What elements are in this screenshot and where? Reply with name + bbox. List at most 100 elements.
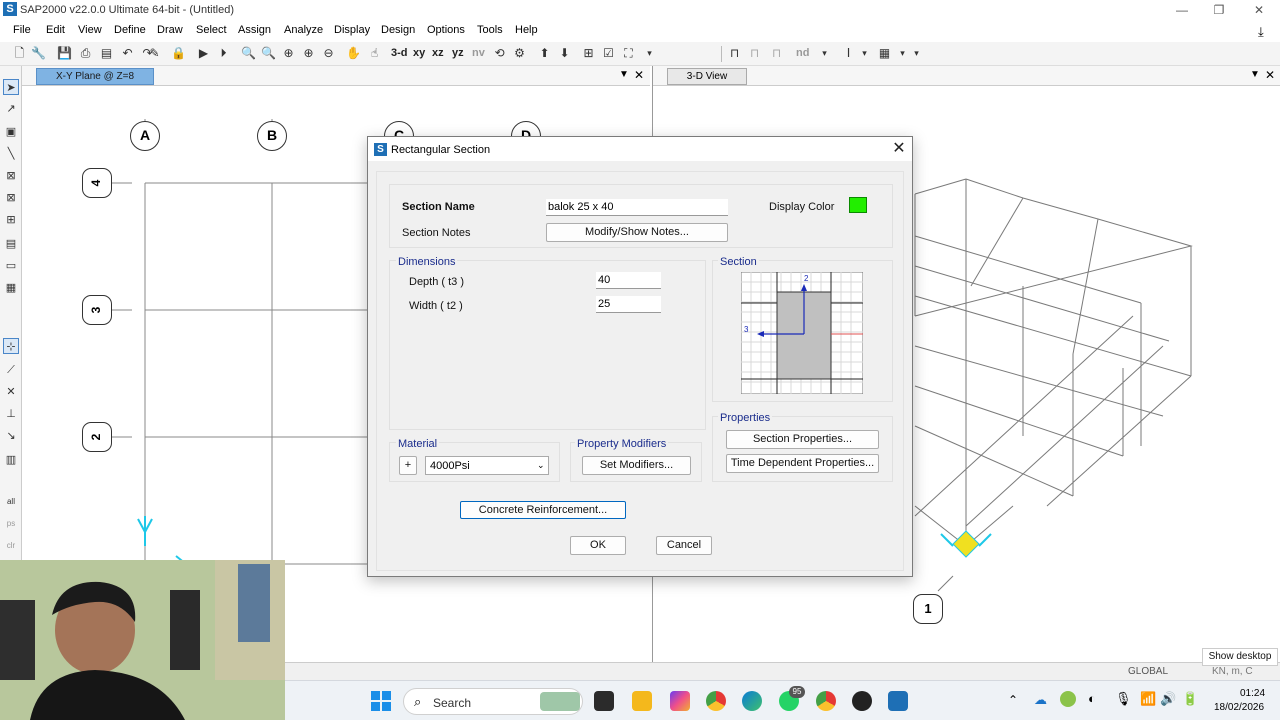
draw-rectangle-icon[interactable]: ▭ [3, 258, 19, 274]
menu-assign[interactable]: Assign [238, 24, 271, 36]
zoom-in-step-icon[interactable]: ⊕ [300, 45, 317, 62]
draw-solid-icon[interactable]: ▤ [3, 236, 19, 252]
microphone-icon[interactable]: 🎙 [1115, 691, 1132, 707]
close-window-button[interactable]: ✕ [1239, 0, 1279, 20]
frame-icon[interactable]: ⊓ [726, 45, 743, 62]
tray-app-icon[interactable] [1060, 691, 1076, 707]
reshape-icon[interactable]: ↗ [3, 101, 19, 117]
width-input[interactable]: 25 [596, 296, 661, 313]
section-dropdown-icon[interactable]: ▾ [856, 45, 873, 62]
run-analysis-icon[interactable]: ▶ [195, 45, 212, 62]
dialog-close-button[interactable]: ✕ [890, 140, 908, 158]
zoom-out-icon[interactable]: ⊖ [320, 45, 337, 62]
units-label[interactable]: KN, m, C [1212, 666, 1253, 677]
view-yz-button[interactable]: yz [452, 47, 464, 59]
menu-view[interactable]: View [78, 24, 102, 36]
toolbar-more-icon[interactable]: ▾ [908, 45, 925, 62]
draw-joint-icon[interactable]: ▣ [3, 124, 19, 140]
menu-draw[interactable]: Draw [157, 24, 183, 36]
print-preview-icon[interactable]: ▤ [98, 45, 115, 62]
onedrive-icon[interactable]: ☁ [1034, 692, 1047, 708]
snap-icon[interactable]: ⊹ [3, 338, 19, 354]
move-up-icon[interactable]: ⬆ [536, 45, 553, 62]
frame-deformed-icon[interactable]: ⊓ [768, 45, 785, 62]
concrete-reinforcement-button[interactable]: Concrete Reinforcement... [460, 501, 626, 519]
tray-meet-icon[interactable]: ◐ [1088, 691, 1096, 706]
view-nv-button[interactable]: nv [472, 47, 485, 59]
copilot-icon[interactable] [670, 691, 690, 711]
3d-view-close-icon[interactable]: ✕ [1265, 68, 1275, 82]
taskbar-search[interactable]: ⌕ Search [403, 688, 583, 715]
recorder-icon[interactable] [852, 691, 872, 711]
move-down-icon[interactable]: ⬇ [556, 45, 573, 62]
lock-icon[interactable]: 🔒 [170, 45, 187, 62]
new-file-icon[interactable]: 🗋 [11, 45, 28, 62]
set-modifiers-button[interactable]: Set Modifiers... [582, 456, 691, 475]
3d-view-tab[interactable]: 3-D View [667, 68, 747, 85]
xy-view-tab[interactable]: X-Y Plane @ Z=8 [36, 68, 154, 85]
run-now-icon[interactable]: ⏵ [215, 45, 232, 62]
zoom-in-icon[interactable]: ⊕ [280, 45, 297, 62]
frame-special-icon[interactable]: ⊓ [746, 45, 763, 62]
nd-dropdown-icon[interactable]: ▾ [816, 45, 833, 62]
object-shrink-icon[interactable]: ⛶ [620, 45, 637, 62]
task-view-icon[interactable] [594, 691, 614, 711]
add-material-button[interactable]: + [399, 456, 417, 475]
xy-view-close-icon[interactable]: ✕ [634, 68, 644, 82]
coord-system-label[interactable]: GLOBAL [1128, 666, 1168, 677]
view-3d-button[interactable]: 3-d [391, 47, 408, 59]
menu-help[interactable]: Help [515, 24, 538, 36]
draw-brace-icon[interactable]: ⊠ [3, 168, 19, 184]
menu-tools[interactable]: Tools [477, 24, 503, 36]
table-icon[interactable]: ▦ [876, 45, 893, 62]
save-icon[interactable]: 💾 [56, 45, 73, 62]
menu-define[interactable]: Define [114, 24, 146, 36]
cancel-button[interactable]: Cancel [656, 536, 712, 555]
select-previous-icon[interactable]: ps [3, 516, 19, 532]
dynamic-rotate-icon[interactable]: ☝ [366, 45, 383, 62]
depth-input[interactable]: 40 [596, 272, 661, 289]
windows-start-icon[interactable] [371, 691, 391, 711]
menu-select[interactable]: Select [196, 24, 227, 36]
file-explorer-icon[interactable] [632, 691, 652, 711]
draw-area-icon[interactable]: ⊠ [3, 190, 19, 206]
zoom-window-icon[interactable]: 🔍 [240, 45, 257, 62]
menu-analyze[interactable]: Analyze [284, 24, 323, 36]
snap-line-icon[interactable]: ↘ [3, 428, 19, 444]
modify-show-notes-button[interactable]: Modify/Show Notes... [546, 223, 728, 242]
chrome-icon[interactable] [706, 691, 726, 711]
download-icon[interactable]: ⤓ [1258, 24, 1264, 40]
nd-button[interactable]: nd [796, 47, 809, 59]
section-properties-button[interactable]: Section Properties... [726, 430, 879, 449]
chrome-profile-icon[interactable] [816, 691, 836, 711]
rotate-ccw-icon[interactable]: ⟲ [491, 45, 508, 62]
minimize-button[interactable]: — [1162, 0, 1202, 20]
xy-view-dropdown-icon[interactable]: ▼ [619, 69, 629, 80]
display-options-icon[interactable]: ⊞ [580, 45, 597, 62]
section-designer-icon[interactable]: Ⅰ [840, 45, 857, 62]
toolbar-dropdown-icon[interactable]: ▾ [641, 45, 658, 62]
open-file-icon[interactable]: 🔧 [30, 45, 47, 62]
material-select[interactable]: 4000Psi ⌄ [425, 456, 549, 475]
snap-grid-icon[interactable]: ▥ [3, 452, 19, 468]
pointer-icon[interactable]: ➤ [3, 79, 19, 95]
view-xz-button[interactable]: xz [432, 47, 444, 59]
view-xy-button[interactable]: xy [413, 47, 425, 59]
draw-grid-icon[interactable]: ▦ [3, 280, 19, 296]
pencil-icon[interactable]: ✎ [146, 45, 163, 62]
draw-rect-area-icon[interactable]: ⊞ [3, 212, 19, 228]
draw-frame-icon[interactable]: ╲ [3, 146, 19, 162]
section-name-input[interactable]: balok 25 x 40 [546, 199, 728, 216]
time-dependent-properties-button[interactable]: Time Dependent Properties... [726, 454, 879, 473]
wifi-icon[interactable]: 📶 [1140, 691, 1156, 707]
clock-time[interactable]: 01:24 [1240, 688, 1265, 699]
print-icon[interactable]: ⎙ [77, 45, 94, 62]
menu-display[interactable]: Display [334, 24, 370, 36]
snap-perp-icon[interactable]: ⊥ [3, 406, 19, 422]
menu-file[interactable]: File [13, 24, 31, 36]
select-all-icon[interactable]: all [3, 494, 19, 510]
restore-button[interactable]: ❐ [1199, 0, 1239, 20]
snap-intersect-icon[interactable]: ✕ [3, 384, 19, 400]
menu-design[interactable]: Design [381, 24, 415, 36]
ok-button[interactable]: OK [570, 536, 626, 555]
